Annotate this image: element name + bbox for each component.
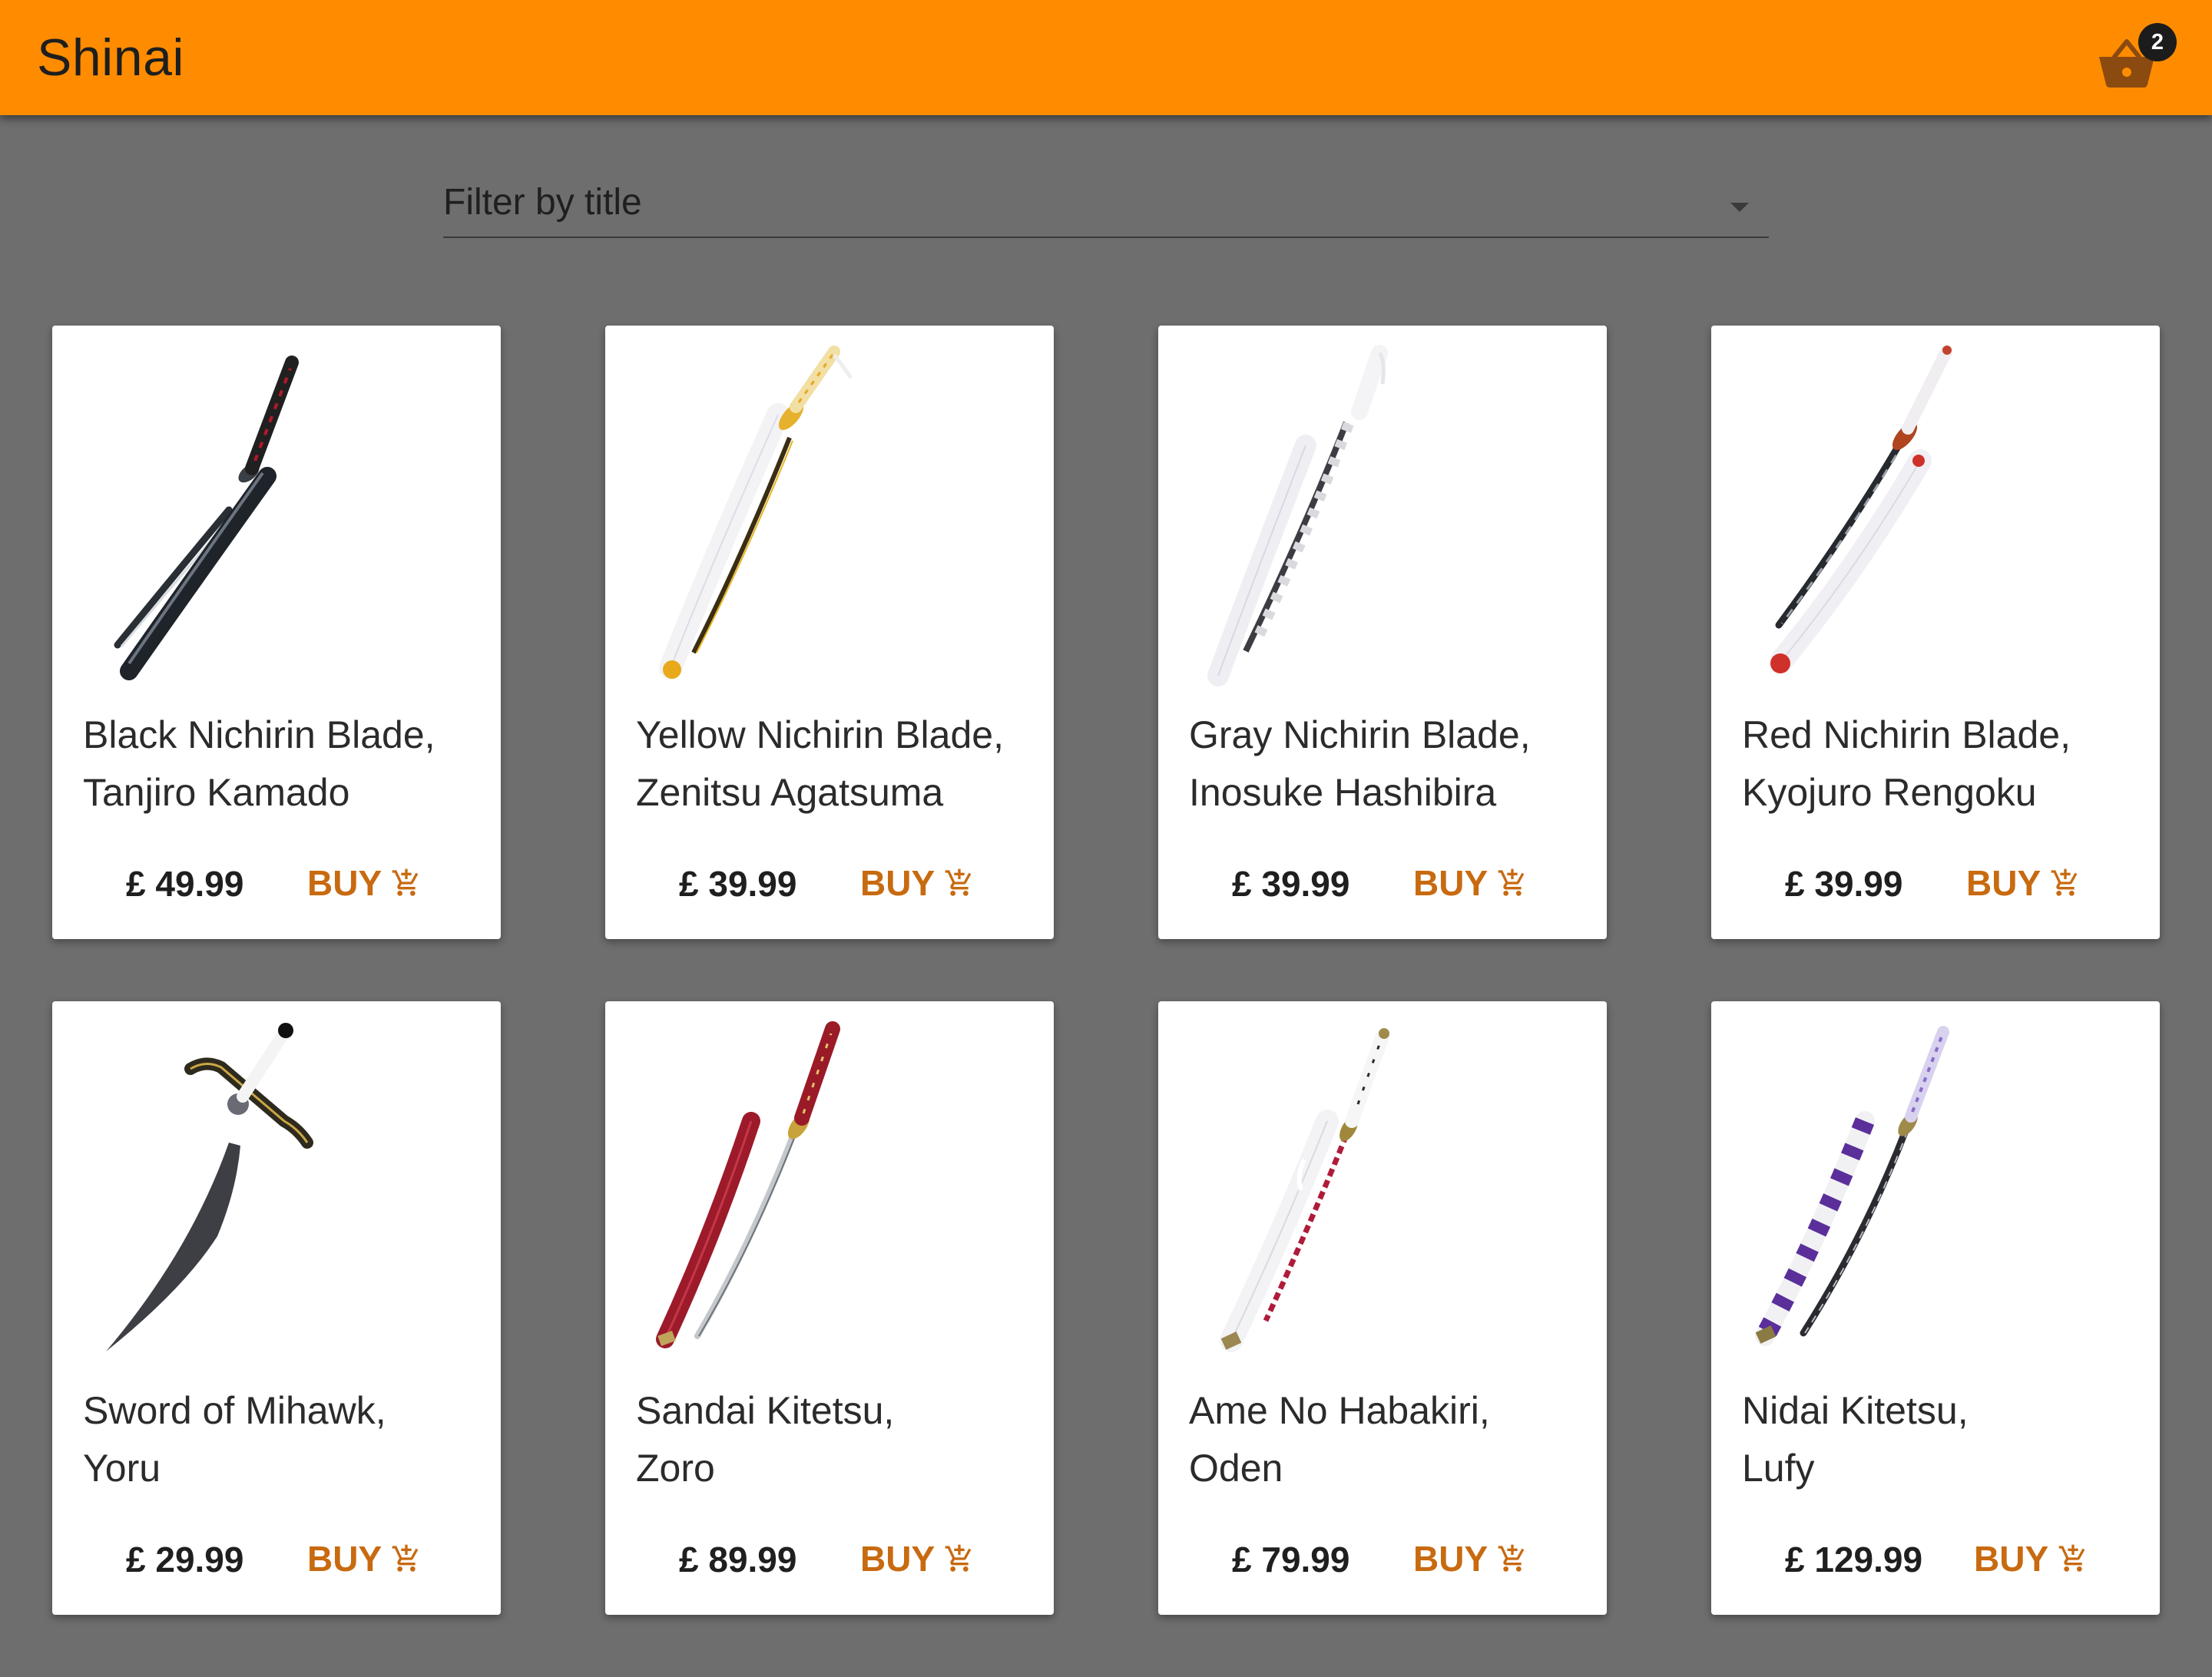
buy-button[interactable]: BUY	[1413, 860, 1528, 906]
product-card[interactable]: Sword of Mihawk, Yoru £ 29.99 BUY	[52, 1001, 501, 1615]
buy-label: BUY	[1413, 1539, 1488, 1579]
product-image[interactable]	[1734, 1014, 2141, 1370]
buy-label: BUY	[307, 1539, 382, 1579]
product-image[interactable]	[1181, 1014, 1588, 1370]
cart-count-badge: 2	[2138, 23, 2177, 61]
buy-button[interactable]: BUY	[1413, 1536, 1528, 1582]
add-to-cart-icon	[1498, 868, 1525, 896]
buy-button[interactable]: BUY	[1974, 1536, 2088, 1582]
app-bar: Shinai 2	[0, 0, 2212, 115]
add-to-cart-icon	[1498, 1544, 1525, 1572]
product-card[interactable]: Ame No Habakiri, Oden £ 79.99 BUY	[1158, 1001, 1607, 1615]
product-title: Sandai Kitetsu, Zoro	[636, 1389, 895, 1490]
buy-button[interactable]: BUY	[1966, 860, 2081, 906]
product-card[interactable]: Red Nichirin Blade, Kyojuro Rengoku £ 39…	[1711, 326, 2160, 939]
product-price: £ 29.99	[126, 1540, 244, 1579]
caret-down-icon[interactable]	[1730, 203, 1749, 212]
product-card[interactable]: Gray Nichirin Blade, Inosuke Hashibira £…	[1158, 326, 1607, 939]
app-title[interactable]: Shinai	[37, 28, 184, 88]
product-image[interactable]	[628, 338, 1035, 694]
product-title: Sword of Mihawk, Yoru	[83, 1389, 386, 1490]
product-card[interactable]: Black Nichirin Blade, Tanjiro Kamado £ 4…	[52, 326, 501, 939]
product-price: £ 129.99	[1785, 1540, 1923, 1579]
filter-label: Filter by title	[443, 182, 642, 223]
product-title: Ame No Habakiri, Oden	[1189, 1389, 1490, 1490]
product-title: Black Nichirin Blade, Tanjiro Kamado	[83, 713, 435, 814]
product-title: Gray Nichirin Blade, Inosuke Hashibira	[1189, 713, 1531, 814]
product-price: £ 39.99	[1232, 864, 1350, 904]
cart-button[interactable]: 2	[2097, 23, 2177, 94]
buy-label: BUY	[1966, 863, 2041, 903]
product-title: Nidai Kitetsu, Lufy	[1742, 1389, 1969, 1490]
product-image[interactable]	[1181, 338, 1588, 694]
buy-button[interactable]: BUY	[307, 860, 422, 906]
product-price: £ 39.99	[679, 864, 797, 904]
product-image[interactable]	[628, 1014, 1035, 1370]
add-to-cart-icon	[2058, 1544, 2085, 1572]
add-to-cart-icon	[392, 1544, 419, 1572]
product-title: Yellow Nichirin Blade, Zenitsu Agatsuma	[636, 713, 1004, 814]
product-card[interactable]: Yellow Nichirin Blade, Zenitsu Agatsuma …	[605, 326, 1054, 939]
filter-select[interactable]: Filter by title	[443, 177, 1769, 238]
add-to-cart-icon	[392, 868, 419, 896]
product-title: Red Nichirin Blade, Kyojuro Rengoku	[1742, 713, 2071, 814]
product-image[interactable]	[1734, 338, 2141, 694]
product-image[interactable]	[75, 1014, 482, 1370]
buy-label: BUY	[1413, 863, 1488, 903]
buy-label: BUY	[860, 863, 935, 903]
buy-button[interactable]: BUY	[860, 860, 975, 906]
buy-label: BUY	[860, 1539, 935, 1579]
add-to-cart-icon	[2051, 868, 2078, 896]
add-to-cart-icon	[945, 868, 972, 896]
add-to-cart-icon	[945, 1544, 972, 1572]
product-card[interactable]: Sandai Kitetsu, Zoro £ 89.99 BUY	[605, 1001, 1054, 1615]
buy-label: BUY	[1974, 1539, 2049, 1579]
product-card[interactable]: Nidai Kitetsu, Lufy £ 129.99 BUY	[1711, 1001, 2160, 1615]
product-price: £ 39.99	[1785, 864, 1903, 904]
product-price: £ 79.99	[1232, 1540, 1350, 1579]
buy-button[interactable]: BUY	[860, 1536, 975, 1582]
product-price: £ 89.99	[679, 1540, 797, 1579]
buy-label: BUY	[307, 863, 382, 903]
buy-button[interactable]: BUY	[307, 1536, 422, 1582]
product-price: £ 49.99	[126, 864, 244, 904]
product-image[interactable]	[75, 338, 482, 694]
